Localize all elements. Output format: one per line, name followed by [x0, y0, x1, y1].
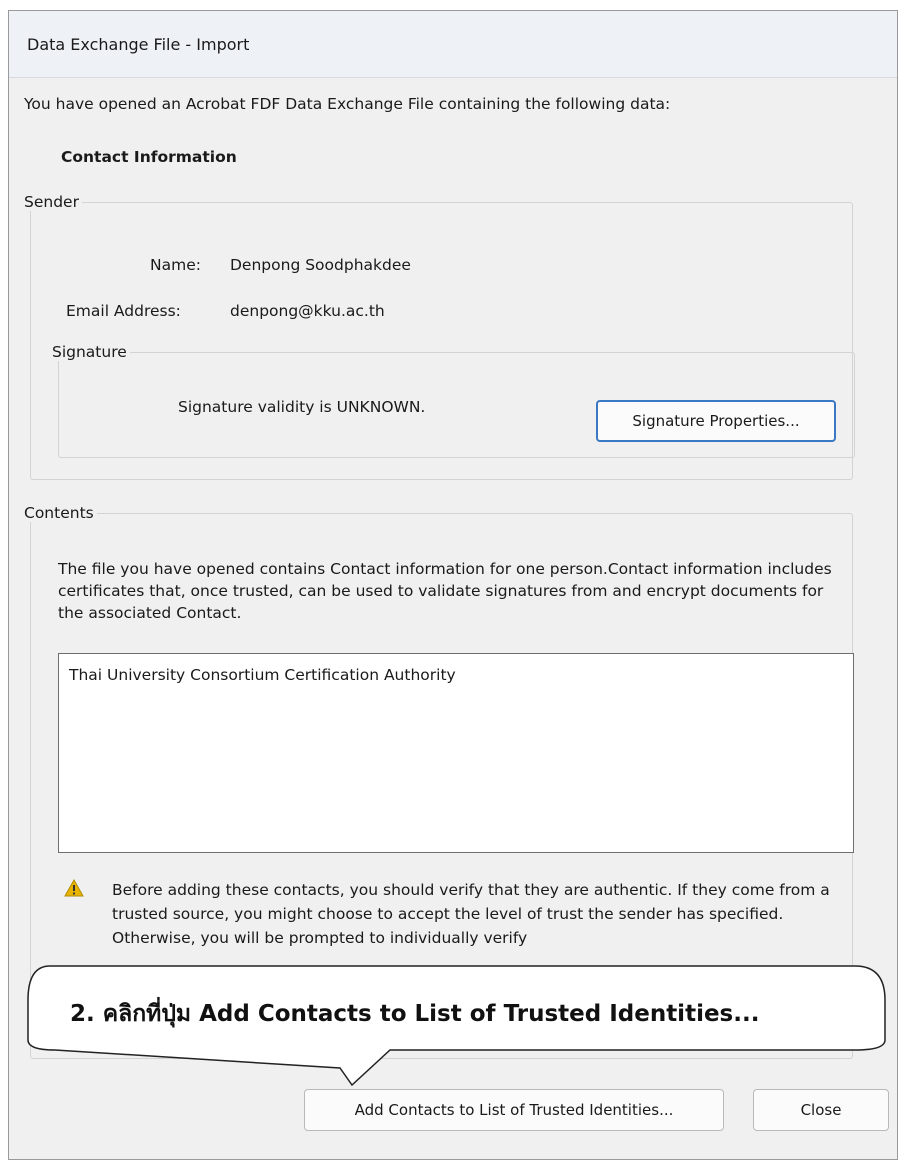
sender-email: denpong@kku.ac.th: [230, 302, 385, 320]
contacts-list[interactable]: Thai University Consortium Certification…: [58, 653, 854, 853]
list-item[interactable]: Thai University Consortium Certification…: [69, 666, 456, 684]
close-button[interactable]: Close: [753, 1089, 889, 1131]
contents-description: The file you have opened contains Contac…: [58, 560, 832, 622]
title-bar: Data Exchange File - Import: [9, 11, 897, 78]
email-label: Email Address:: [66, 302, 181, 320]
warning-text: Before adding these contacts, you should…: [112, 881, 830, 947]
sender-name: Denpong Soodphakdee: [230, 256, 411, 274]
sender-legend: Sender: [24, 193, 79, 211]
signature-properties-button[interactable]: Signature Properties...: [596, 400, 836, 442]
signature-status: Signature validity is UNKNOWN.: [178, 398, 426, 416]
warning-icon: [64, 878, 84, 897]
name-label: Name:: [150, 256, 201, 274]
signature-legend: Signature: [52, 343, 127, 361]
contact-information-heading: Contact Information: [61, 148, 237, 166]
contents-legend: Contents: [24, 504, 94, 522]
intro-text: You have opened an Acrobat FDF Data Exch…: [24, 95, 671, 113]
add-contacts-button[interactable]: Add Contacts to List of Trusted Identiti…: [304, 1089, 724, 1131]
window-title: Data Exchange File - Import: [27, 35, 250, 54]
callout-text: 2. คลิกที่ปุ่ม Add Contacts to List of T…: [70, 1001, 760, 1027]
